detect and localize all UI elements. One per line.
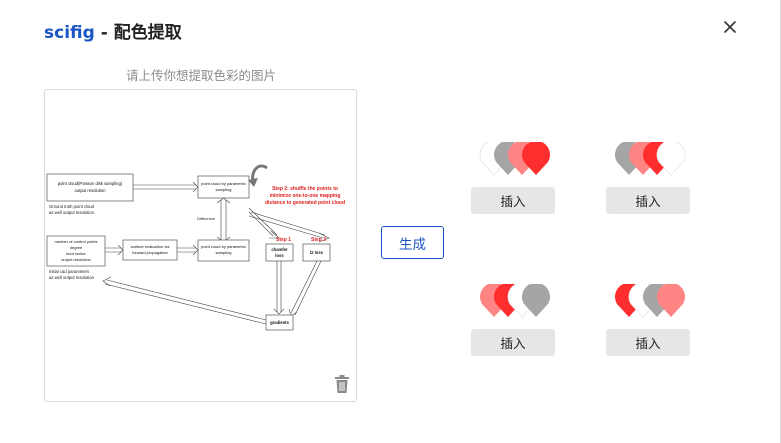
palette-swatches	[606, 142, 692, 176]
diagram-text: output resolution	[75, 188, 107, 193]
color-pin-icon[interactable]	[519, 284, 553, 318]
palette-card-4: 插入	[606, 284, 692, 356]
diagram-text: sampling	[215, 250, 231, 255]
diagram-text: l2 loss	[310, 250, 324, 255]
palette-swatches	[471, 142, 557, 176]
insert-button[interactable]: 插入	[471, 187, 555, 214]
diagram-text: minimize one-to-one mapping	[270, 193, 341, 199]
close-icon[interactable]	[721, 18, 739, 36]
title-separator: -	[94, 23, 114, 43]
color-extract-dialog: scifig - 配色提取 请上传你想提取色彩的图片 point cloud(P…	[0, 0, 781, 443]
palette-card-3: 插入	[471, 284, 557, 356]
diagram-text: Step 3	[311, 237, 326, 243]
diagram-text: point cloud by parametric	[201, 181, 246, 186]
uploaded-image-preview[interactable]: point cloud(Poisson disk sampling) outpu…	[44, 89, 357, 402]
diagram-text: point cloud by parametric	[201, 244, 246, 249]
color-pin-icon[interactable]	[519, 142, 553, 176]
diagram-text: degree	[70, 245, 83, 250]
diagram-text: Ground truth point cloud	[49, 204, 95, 209]
uploaded-diagram: point cloud(Poisson disk sampling) outpu…	[46, 164, 345, 331]
diagram-text: distance to generated point cloud	[265, 200, 345, 206]
palette-swatches	[471, 284, 557, 318]
title-text: 配色提取	[113, 23, 182, 43]
diagram-text: Difference	[197, 216, 216, 221]
diagram-text: Initial cad parameters	[49, 269, 89, 274]
palette-swatches	[606, 284, 692, 318]
diagram-text: point cloud(Poisson disk sampling)	[58, 181, 123, 186]
color-pin-icon[interactable]	[654, 284, 688, 318]
insert-button[interactable]: 插入	[471, 329, 555, 356]
color-pin-icon[interactable]	[654, 142, 688, 176]
generate-button[interactable]: 生成	[381, 226, 444, 259]
diagram-text: surface evaluation via	[131, 244, 170, 249]
diagram-text: chamfer	[271, 247, 288, 252]
diagram-text: as well output resolution	[49, 275, 95, 280]
diagram-text: Step 1	[276, 237, 291, 243]
dialog-title: scifig - 配色提取	[44, 18, 182, 43]
insert-button[interactable]: 插入	[606, 187, 690, 214]
diagram-text: number of control points	[55, 239, 98, 244]
palette-card-1: 插入	[471, 142, 557, 214]
diagram-text: forward propagation	[132, 250, 168, 255]
upload-hint: 请上传你想提取色彩的图片	[125, 68, 276, 83]
diagram-text: as well output resolution	[49, 210, 95, 215]
brand-name: scifig	[44, 23, 95, 43]
diagram-text: knot vector	[66, 251, 86, 256]
palette-card-2: 插入	[606, 142, 692, 214]
diagram-text: output resolution	[61, 257, 91, 262]
diagram-text: Step 2: shuffle the points to	[272, 186, 338, 192]
trash-icon[interactable]	[334, 374, 350, 394]
diagram-text: sampling	[215, 187, 231, 192]
diagram-text: loss	[275, 253, 284, 258]
diagram-text: gradients	[270, 320, 290, 325]
insert-button[interactable]: 插入	[606, 329, 690, 356]
